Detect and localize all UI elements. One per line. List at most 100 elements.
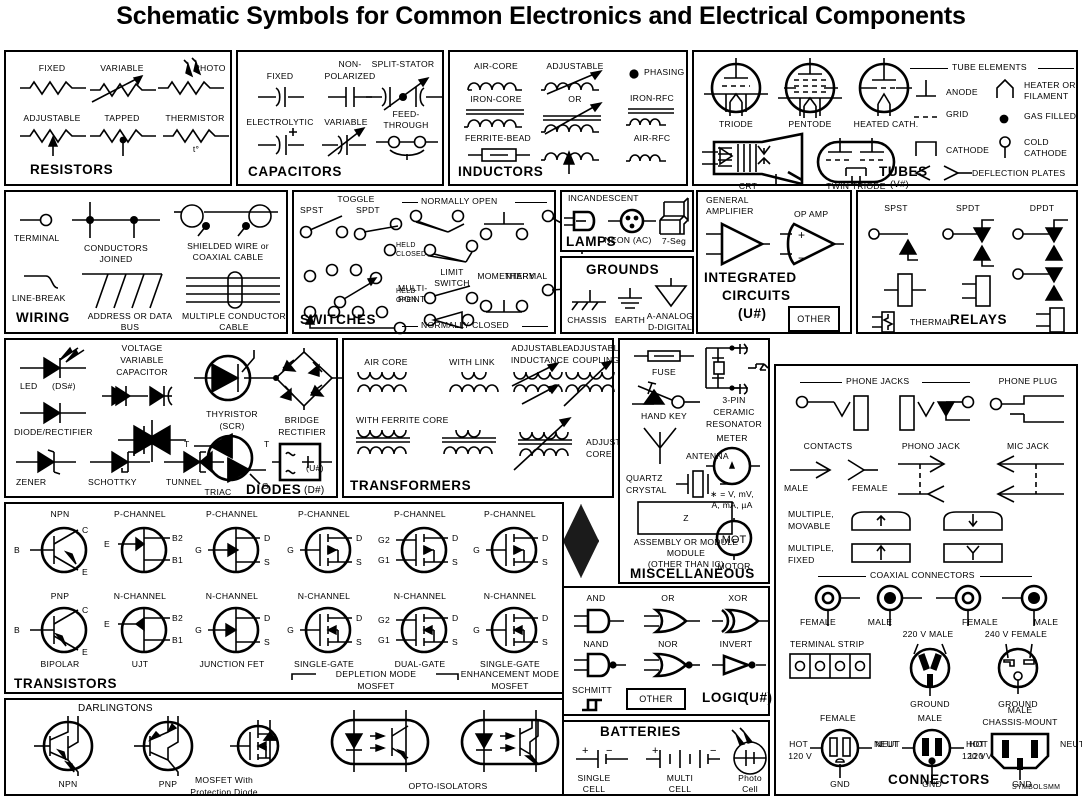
label-lamp-7seg: 7-Seg bbox=[661, 236, 687, 246]
panel-title-capacitors: CAPACITORS bbox=[248, 164, 343, 179]
label-npn-base: B bbox=[14, 545, 20, 555]
panel-capacitors: CAPACITORS FIXED NON- POLARIZED SPLIT-ST… bbox=[236, 50, 444, 186]
label-ground-digital: D-DIGITAL bbox=[647, 322, 693, 332]
symbol-phone-jack-1 bbox=[795, 395, 869, 431]
label-contact-female: FEMALE bbox=[852, 483, 888, 493]
label-jfet-p-gate: G bbox=[195, 545, 202, 555]
label-chassis-120v: 120 V bbox=[968, 751, 992, 761]
coax-rule-right bbox=[980, 576, 1032, 577]
symbol-rotary-switch bbox=[303, 305, 407, 335]
symbol-thermistor bbox=[163, 128, 229, 144]
label-contacts: CONTACTS bbox=[803, 441, 853, 451]
label-mosfet-enh-p-gate: G bbox=[473, 545, 480, 555]
label-terminal-strip: TERMINAL STRIP bbox=[790, 639, 865, 649]
label-line-break: LINE-BREAK bbox=[12, 293, 66, 303]
label-npn-emitter: E bbox=[82, 567, 88, 577]
symbol-iron-core-inductor bbox=[464, 109, 524, 128]
panel-title-batteries: BATTERIES bbox=[600, 724, 681, 739]
label-ujt-n-b1: B1 bbox=[172, 635, 184, 645]
label-opto-isolators: OPTO-ISOLATORS bbox=[408, 781, 488, 791]
label-conductors-joined-1: CONDUCTORS bbox=[84, 243, 148, 253]
symbol-transformer-with-link bbox=[449, 371, 499, 393]
label-mosfet-single-gate-1: SINGLE-GATE bbox=[294, 659, 354, 669]
label-female-gnd: GND bbox=[830, 779, 850, 789]
label-coax-male-1: MALE bbox=[867, 617, 893, 627]
logic-other-box[interactable]: OTHER bbox=[626, 688, 686, 710]
symbol-fuse bbox=[634, 350, 694, 362]
panel-resistors: RESISTORS FIXED VARIABLE PHOTO ADJUSTABL… bbox=[4, 50, 232, 186]
label-capacitor-nonpolarized-1: NON- bbox=[338, 59, 362, 69]
panel-relays: RELAYS SPST THERMAL SPDT DPDT bbox=[856, 190, 1078, 334]
label-inductor-air-rfc: AIR-RFC bbox=[633, 133, 671, 143]
panel-title-wiring: WIRING bbox=[16, 310, 70, 325]
symbol-jfet-n-channel bbox=[208, 606, 260, 654]
label-ujt-p-channel: P-CHANNEL bbox=[114, 509, 166, 519]
label-phono-jack: PHONO JACK bbox=[901, 441, 961, 451]
label-tube-heater-1: HEATER OR bbox=[1024, 80, 1076, 90]
symbol-tube-grid bbox=[914, 116, 938, 118]
label-transistor-jfet: JUNCTION FET bbox=[199, 659, 265, 669]
normally-open-rule-right bbox=[515, 202, 547, 203]
symbol-tube-cold-cathode bbox=[999, 136, 1011, 158]
label-normally-closed: NORMALLY CLOSED bbox=[421, 320, 509, 330]
label-depletion-mode: DEPLETION MODE bbox=[335, 669, 417, 679]
label-phone-plug: PHONE PLUG bbox=[998, 376, 1058, 386]
label-tube-anode: ANODE bbox=[946, 87, 978, 97]
symbol-120v-male-plug bbox=[902, 728, 964, 778]
symbol-zener-diode bbox=[16, 449, 76, 475]
symbol-voltage-variable-capacitor bbox=[102, 385, 173, 407]
label-tube-heater-2: FILAMENT bbox=[1024, 91, 1069, 101]
panel-tubes: TUBES (V#) TRIODE PENTODE HEATED CATH. C… bbox=[692, 50, 1078, 191]
label-outlet-female: FEMALE bbox=[820, 713, 856, 723]
symbol-multiple-fixed-1 bbox=[851, 543, 911, 563]
label-gate-nor: NOR bbox=[658, 639, 678, 649]
label-transistor-npn: NPN bbox=[50, 509, 70, 519]
label-tube-cold-cathode-2: CATHODE bbox=[1024, 148, 1068, 158]
label-mosfet-protection-1: MOSFET With bbox=[195, 775, 253, 785]
symbol-pentode bbox=[778, 58, 842, 118]
tube-elements-rule-right bbox=[1038, 68, 1074, 69]
label-darlington-npn: NPN bbox=[58, 779, 78, 789]
symbol-ceramic-resonator bbox=[705, 343, 769, 395]
symbol-phasing-dot-svg bbox=[629, 69, 639, 79]
symbol-spst-switch bbox=[299, 215, 349, 239]
symbol-varactor-pair bbox=[118, 420, 186, 462]
symbol-darlington-npn bbox=[34, 716, 94, 776]
label-capacitor-fixed: FIXED bbox=[266, 71, 294, 81]
panel-title-ic-1: INTEGRATED bbox=[704, 270, 797, 285]
panel-title-logic-designator: (U#) bbox=[744, 690, 773, 705]
label-mosfet-dg-p-drain: D bbox=[452, 533, 459, 543]
panel-inductors: INDUCTORS AIR-CORE IRON-CORE FERRITE-BEA… bbox=[448, 50, 688, 186]
label-ujt-n-emitter: E bbox=[104, 619, 110, 629]
symbol-mosfet-depletion-single-n bbox=[300, 606, 352, 654]
label-ujt-p-b2: B2 bbox=[172, 533, 184, 543]
symbol-twin-triode bbox=[816, 138, 896, 184]
label-normally-open: NORMALLY OPEN bbox=[421, 196, 498, 206]
symbol-mosfet-enhancement-n bbox=[486, 606, 538, 654]
panel-batteries: BATTERIES + − SINGLE CELL + − MULTI CELL… bbox=[562, 720, 770, 796]
label-held-open-2: OPEN bbox=[396, 297, 417, 304]
panel-switches: SWITCHES TOGGLE SPST SPDT MULTI‑ POINT N… bbox=[292, 190, 589, 335]
label-mosfet-enh-n: N-CHANNEL bbox=[483, 591, 537, 601]
symbol-mosfet-dual-gate-p bbox=[396, 526, 448, 574]
label-mosfet-enh-n-source: S bbox=[542, 637, 548, 647]
label-jfet-n-source: S bbox=[264, 637, 270, 647]
label-mosfet-dg-p: P-CHANNEL bbox=[394, 509, 446, 519]
symbol-phone-plug bbox=[989, 395, 1064, 423]
label-battery-multi-2: CELL bbox=[668, 784, 692, 794]
panel-diodes: DIODES (D#) LED (DS#) DIODE/RECTIFIER ZE… bbox=[4, 338, 342, 498]
symbol-220v-male-plug bbox=[909, 643, 951, 696]
label-held-open-1: HELD bbox=[396, 288, 416, 295]
label-inductor-or: OR bbox=[568, 94, 582, 104]
label-shielded-wire-1: SHIELDED WIRE or bbox=[187, 241, 269, 251]
label-battery-single-1: SINGLE bbox=[577, 773, 611, 783]
label-transformer-adj-inductance-2: INDUCTANCE bbox=[510, 355, 570, 365]
label-vvc-3: CAPACITOR bbox=[116, 367, 168, 377]
panel-title-ic-2: CIRCUITS bbox=[722, 288, 791, 303]
label-mosfet-enh-n-gate: G bbox=[473, 625, 480, 635]
label-mosfet-dg-p-g2: G2 bbox=[378, 535, 390, 545]
panel-lamps: LAMPS INCANDESCENT NEON (AC) 7-Seg bbox=[560, 190, 694, 252]
ic-other-box[interactable]: OTHER bbox=[788, 306, 840, 332]
symbol-general-amplifier bbox=[706, 221, 770, 267]
label-lamp-incandescent: INCANDESCENT bbox=[568, 193, 639, 203]
